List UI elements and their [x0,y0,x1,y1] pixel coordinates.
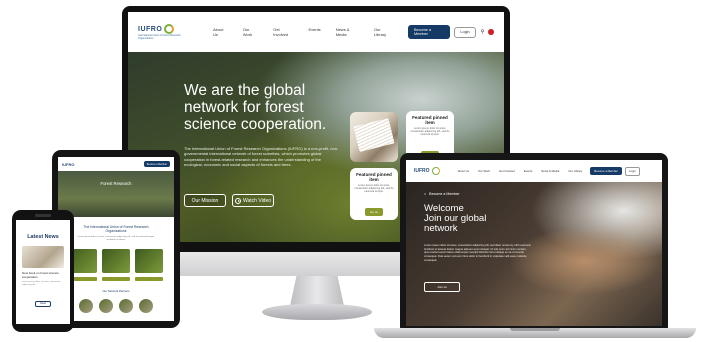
laptop-logo[interactable]: IUFRO [414,167,440,175]
tablet-tile-tags [58,277,174,282]
phone-website-screen: Latest News New book on forest science c… [16,220,70,324]
nav-link-about-us[interactable]: About Us [458,169,470,173]
tablet-section-title: Our Network Partners [102,289,130,294]
logo-subtitle: International Union of Forest Research O… [138,34,181,40]
play-icon [234,197,241,204]
login-button[interactable]: Login [454,26,476,38]
nav-link-our-library[interactable]: Our Library [568,169,582,173]
imac-stand-foot [262,304,372,320]
tablet-tile-grid [58,249,174,274]
phone-news-headline[interactable]: New book on forest science cooperation [16,271,70,279]
search-icon[interactable]: ⚲ [481,29,485,35]
nav-link-our-work[interactable]: Our Work [243,27,258,37]
nav-link-get-involved[interactable]: Get Involved [499,169,515,173]
tablet-intro-text: Lorem ipsum dolor sit amet, consectetur … [77,236,155,242]
desktop-nav-links: About Us Our Work Get Involved Events Ne… [213,27,392,37]
pinned-card-title: Featured pinned item [412,115,448,125]
pinned-card-text: Lorem ipsum dolor sit amet, consectetur … [354,184,394,194]
tablet-header: IUFRO Become a Member [58,157,174,171]
laptop-notch [510,328,560,331]
desktop-header-nav: IUFRO International Union of Forest Rese… [128,12,504,52]
tablet-partner-circles [58,299,174,314]
our-mission-button[interactable]: Our Mission [184,194,226,207]
pinned-card-title: Featured pinned item [356,172,392,182]
logo-text: IUFRO [138,25,163,33]
phone-news-title: Latest News [27,234,59,240]
laptop-nav-links: About Us Our Work Get Involved Events Ne… [458,169,583,173]
tablet-website-screen: IUFRO Become a Member Forest Research Th… [58,157,174,321]
laptop-hero: ⌂ Become a Member Welcome Join our globa… [406,182,662,326]
watch-video-label: Watch Video [242,197,272,204]
partner-avatar[interactable] [119,299,133,314]
phone-news-image[interactable] [22,246,64,268]
nav-link-news-media[interactable]: News & Media [541,169,559,173]
logo-ring-icon [164,24,175,34]
login-button[interactable]: Login [624,166,640,176]
featured-pinned-card[interactable]: Featured pinned item Lorem ipsum dolor s… [350,168,398,220]
nav-link-our-work[interactable]: Our Work [478,169,490,173]
nav-link-about-us[interactable]: About Us [213,27,228,37]
pinned-card-text: Lorem ipsum dolor sit amet, consectetur … [410,127,450,137]
home-icon[interactable]: ⌂ [424,192,426,196]
nav-link-events[interactable]: Events [308,27,320,37]
phone-news-text: Lorem ipsum dolor sit amet, consectetur … [22,281,61,286]
laptop-hero-text: Lorem ipsum dolor sit amet, consectetur … [424,244,531,262]
partner-avatar[interactable] [139,299,153,314]
tablet-member-button[interactable]: Become a Member [143,161,170,167]
phone-read-button[interactable]: Read [35,300,51,307]
language-flag-icon[interactable] [488,29,494,35]
hero-title-line-2: Join our global network [424,213,487,234]
imac-stand-neck [290,276,344,306]
laptop-logo-text: IUFRO [414,168,430,174]
phone-speaker [35,214,51,217]
breadcrumb-current[interactable]: Become a Member [429,192,459,196]
pinned-book-image [350,112,398,162]
join-us-button[interactable]: Join us [424,282,460,292]
watch-video-button[interactable]: Watch Video [232,194,274,207]
nav-link-news-media[interactable]: News & Media [336,27,359,37]
become-member-button[interactable]: Become a Member [590,167,622,175]
breadcrumb: ⌂ Become a Member [424,192,460,196]
tablet-tile[interactable] [102,249,130,274]
tablet-logo[interactable]: IUFRO [62,162,74,167]
device-mockup-stage: IUFRO International Union of Forest Rese… [0,0,702,342]
hero-title: We are the global network for forest sci… [184,82,327,133]
iufro-logo[interactable]: IUFRO International Union of Forest Rese… [138,24,191,40]
become-member-button[interactable]: Become a Member [407,25,451,39]
our-mission-label: Our Mission [191,197,219,204]
laptop-website-screen: IUFRO About Us Our Work Get Involved Eve… [406,160,662,326]
partner-avatar[interactable] [79,299,93,314]
nav-link-our-library[interactable]: Our Library [374,27,392,37]
hero-description: The International Union of Forest Resear… [184,146,339,168]
nav-link-get-involved[interactable]: Get Involved [273,27,293,37]
logo-ring-icon [431,167,440,175]
tablet-hero-title: Forest Research [100,181,132,186]
logo-wordmark: IUFRO [138,24,175,34]
tablet-intro-title: The International Union of Forest Resear… [83,225,149,234]
tablet-tile-tag[interactable] [102,277,130,282]
partner-avatar[interactable] [99,299,113,314]
pinned-card-button[interactable]: Go on [364,208,384,216]
laptop-hero-title: Welcome Join our global network [424,204,514,234]
laptop-header-nav: IUFRO About Us Our Work Get Involved Eve… [406,160,662,182]
tablet-tile[interactable] [135,249,163,274]
tablet-hero: Forest Research [58,171,174,217]
nav-link-events[interactable]: Events [524,169,533,173]
tablet-tile-tag[interactable] [135,277,163,282]
